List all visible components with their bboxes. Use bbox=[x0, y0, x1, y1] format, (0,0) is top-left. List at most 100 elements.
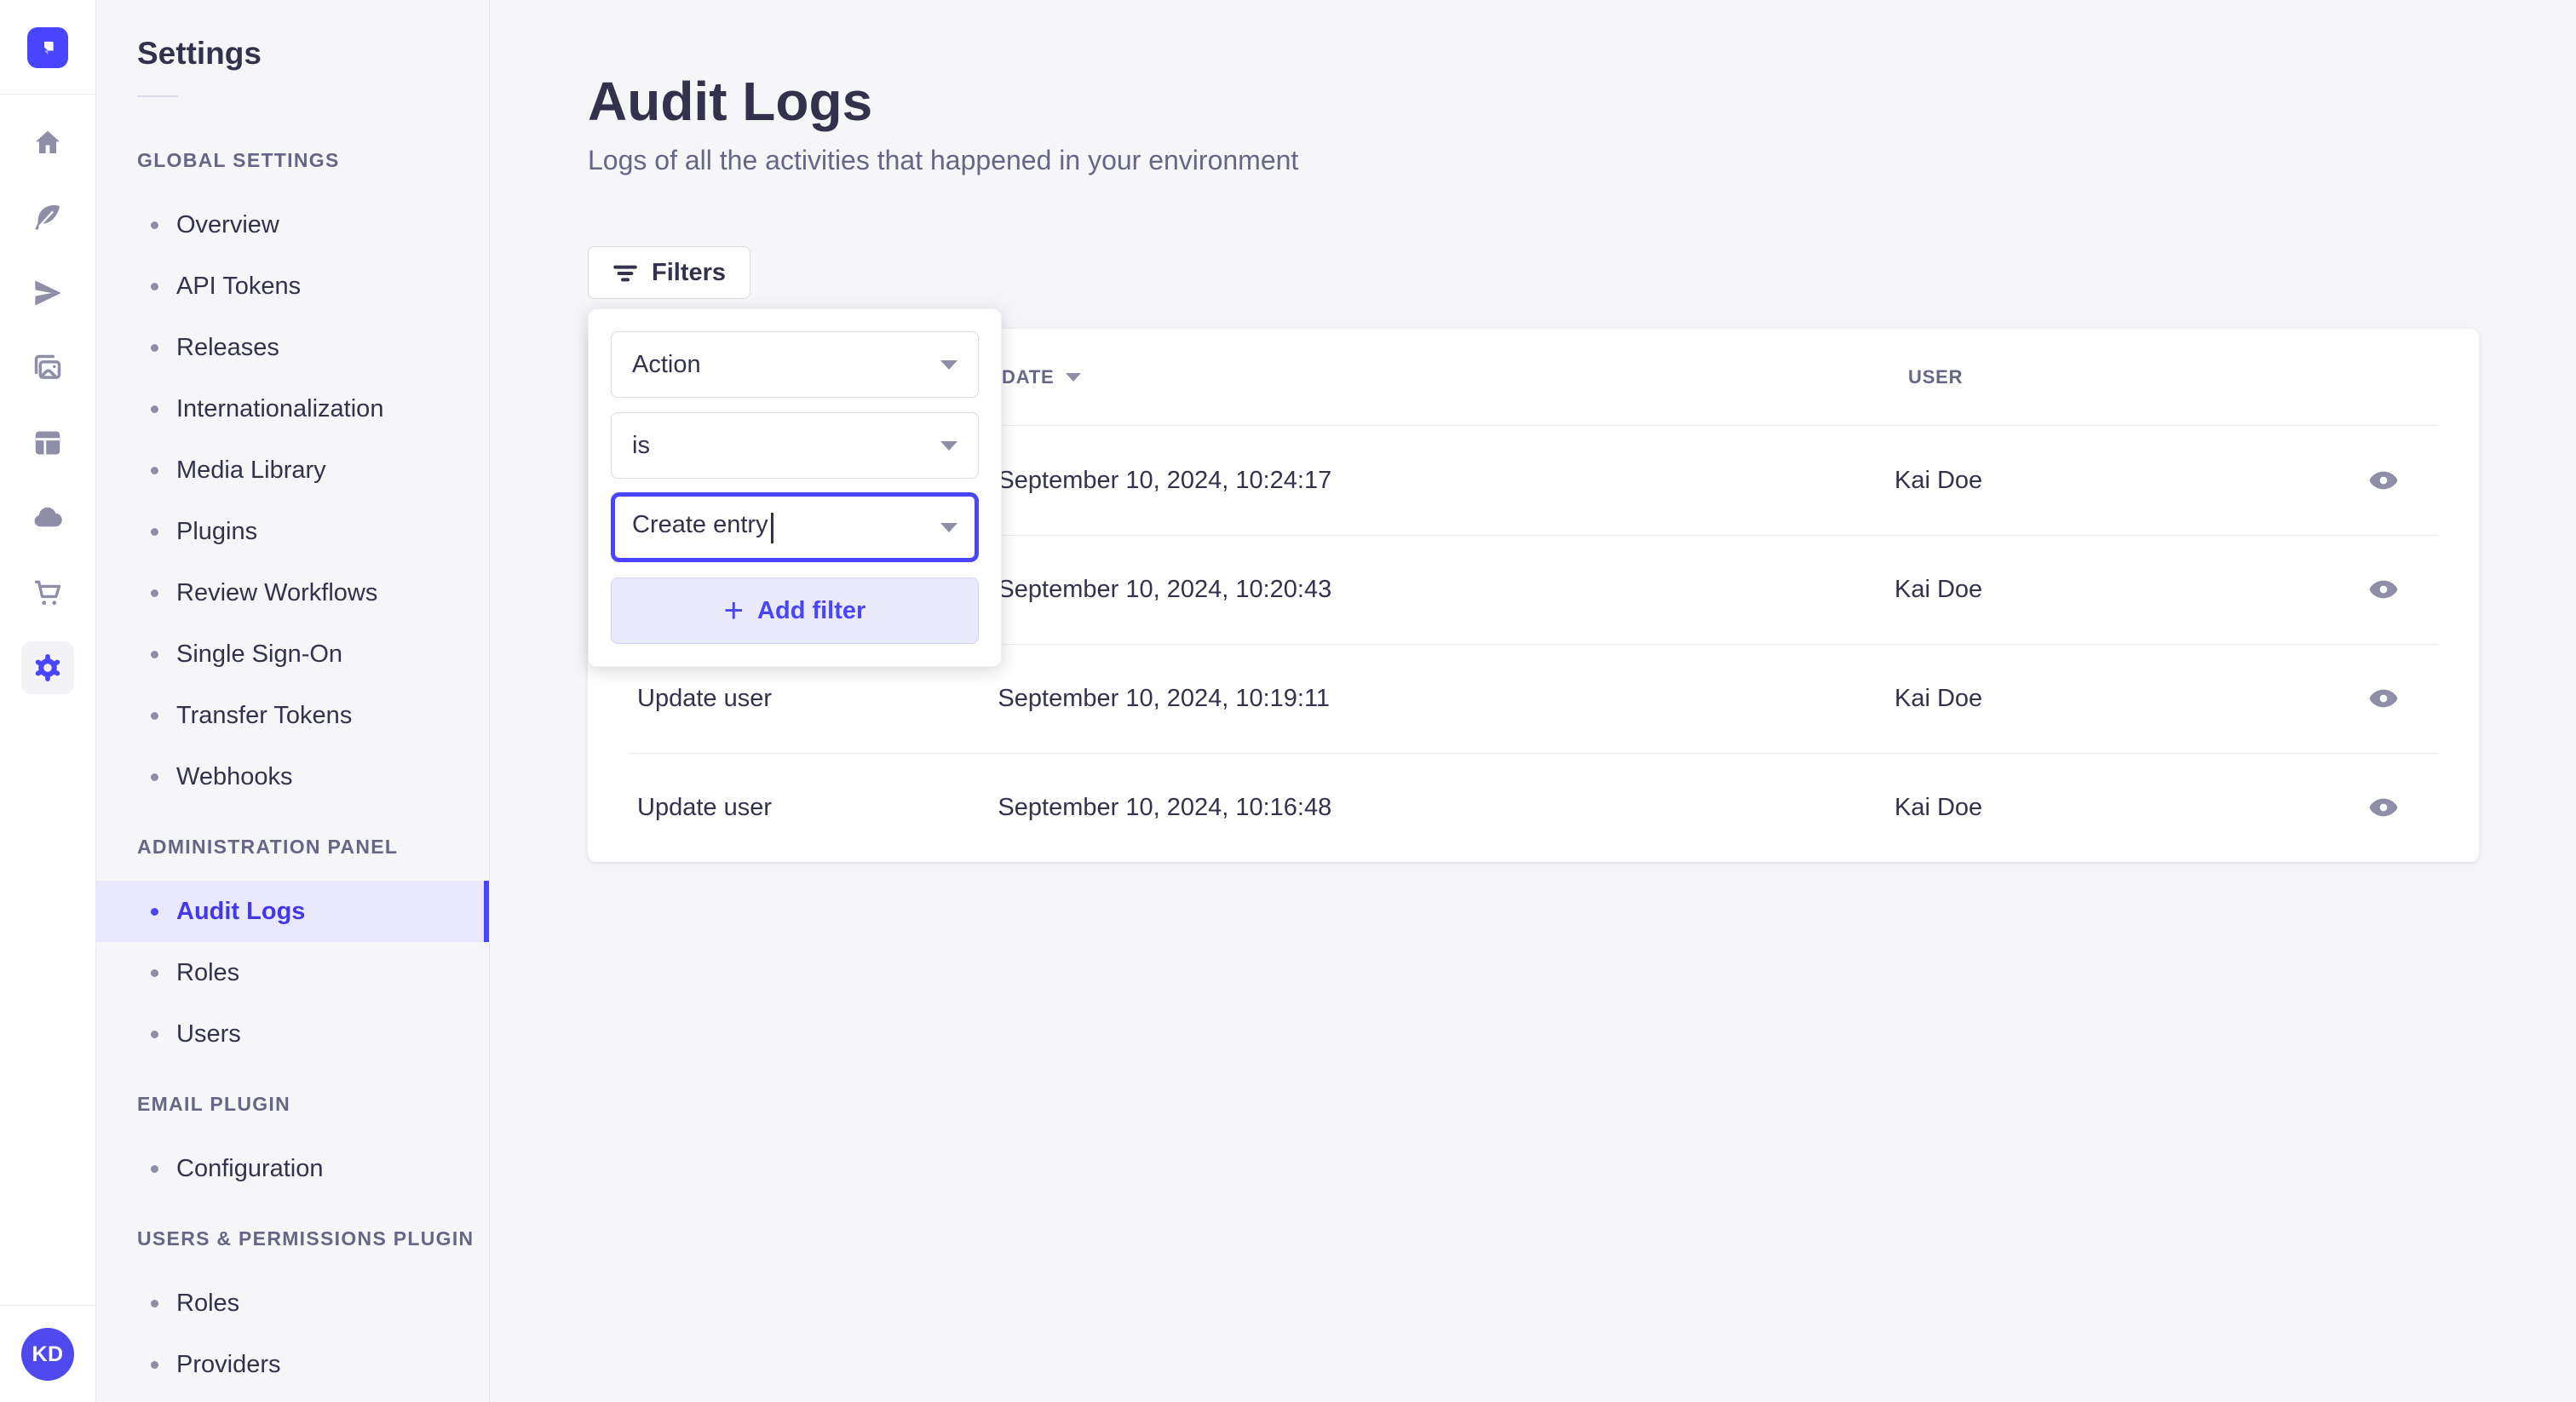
settings-subnav: Settings GLOBAL SETTINGS Overview API To… bbox=[96, 0, 490, 1402]
cell-user: Kai Doe bbox=[1895, 793, 1983, 821]
nav-section-label: GLOBAL SETTINGS bbox=[137, 149, 340, 171]
icon-rail: KD bbox=[0, 0, 96, 1402]
page-subtitle: Logs of all the activities that happened… bbox=[588, 145, 1299, 175]
feather-icon[interactable] bbox=[21, 192, 74, 244]
nav-section-label: ADMINISTRATION PANEL bbox=[137, 836, 399, 858]
sidebar-item-audit-logs[interactable]: Audit Logs bbox=[96, 881, 489, 942]
filter-popover: Action is Create entry + Add filter bbox=[588, 308, 1002, 667]
sidebar-item-webhooks[interactable]: Webhooks bbox=[96, 746, 489, 807]
nav-section: EMAIL PLUGIN Configuration bbox=[96, 1092, 489, 1199]
bullet-icon bbox=[151, 1360, 158, 1369]
cell-action: Update user bbox=[637, 684, 772, 712]
sort-descending-icon bbox=[1066, 373, 1082, 382]
sidebar-item-users[interactable]: Users bbox=[96, 1003, 489, 1065]
bullet-icon bbox=[151, 1164, 158, 1173]
logo-wrap bbox=[27, 0, 68, 94]
cell-date: September 10, 2024, 10:19:11 bbox=[998, 684, 1331, 712]
eye-icon bbox=[2369, 580, 2398, 599]
filter-operator-value: is bbox=[632, 431, 650, 459]
sidebar-item-label: Users bbox=[176, 1020, 241, 1048]
table-row[interactable]: Update user September 10, 2024, 10:16:48… bbox=[588, 753, 2479, 862]
sidebar-item-providers[interactable]: Providers bbox=[96, 1334, 489, 1395]
nav-section-items: Overview API Tokens Releases Internation… bbox=[96, 194, 489, 807]
filters-button[interactable]: Filters bbox=[588, 246, 751, 299]
sidebar-item-roles[interactable]: Roles bbox=[96, 1273, 489, 1334]
sidebar-item-label: API Tokens bbox=[176, 272, 302, 300]
filter-field-select[interactable]: Action bbox=[611, 331, 979, 398]
rail-divider bbox=[0, 94, 96, 95]
column-header-user[interactable]: USER bbox=[1908, 366, 2385, 388]
paper-plane-icon[interactable] bbox=[21, 267, 74, 319]
cloud-icon[interactable] bbox=[21, 491, 74, 544]
sidebar-item-label: Audit Logs bbox=[176, 897, 306, 925]
layout-icon[interactable] bbox=[21, 417, 74, 469]
sidebar-item-single-sign-on[interactable]: Single Sign-On bbox=[96, 623, 489, 685]
cell-date: September 10, 2024, 10:16:48 bbox=[998, 793, 1332, 821]
add-filter-button[interactable]: + Add filter bbox=[611, 577, 979, 644]
bullet-icon bbox=[151, 1030, 158, 1038]
gear-icon[interactable] bbox=[21, 641, 74, 694]
filter-operator-select[interactable]: is bbox=[611, 412, 979, 479]
bullet-icon bbox=[151, 589, 158, 597]
cell-user: Kai Doe bbox=[1895, 684, 1983, 712]
cart-icon[interactable] bbox=[21, 566, 74, 619]
bullet-icon bbox=[151, 282, 158, 290]
filter-value-text: Create entry bbox=[632, 510, 768, 538]
column-header-date[interactable]: DATE bbox=[1002, 366, 1908, 388]
cell-user: Kai Doe bbox=[1895, 575, 1983, 603]
bullet-icon bbox=[151, 711, 158, 720]
media-library-icon[interactable] bbox=[21, 342, 74, 394]
nav-section-items: Audit Logs Roles Users bbox=[96, 881, 489, 1065]
sidebar-item-overview[interactable]: Overview bbox=[96, 194, 489, 256]
view-log-button[interactable] bbox=[2366, 790, 2401, 825]
filter-icon bbox=[613, 265, 637, 282]
sidebar-item-label: Webhooks bbox=[176, 762, 293, 790]
view-log-button[interactable] bbox=[2366, 572, 2401, 606]
sidebar-item-releases[interactable]: Releases bbox=[96, 317, 489, 378]
sidebar-item-label: Releases bbox=[176, 333, 279, 361]
sidebar-item-label: Configuration bbox=[176, 1154, 324, 1182]
sidebar-item-label: Single Sign-On bbox=[176, 640, 343, 668]
settings-nav-sections: GLOBAL SETTINGS Overview API Tokens Rele… bbox=[96, 148, 489, 1395]
view-log-button[interactable] bbox=[2366, 463, 2401, 497]
sidebar-item-label: Providers bbox=[176, 1350, 281, 1378]
eye-icon bbox=[2369, 798, 2398, 817]
cell-date: September 10, 2024, 10:20:43 bbox=[998, 575, 1332, 603]
sidebar-item-label: Plugins bbox=[176, 517, 258, 545]
sidebar-item-review-workflows[interactable]: Review Workflows bbox=[96, 562, 489, 623]
chevron-down-icon bbox=[940, 359, 957, 370]
chevron-down-icon bbox=[940, 440, 957, 451]
bullet-icon bbox=[151, 968, 158, 977]
sidebar-item-configuration[interactable]: Configuration bbox=[96, 1138, 489, 1199]
sidebar-item-roles[interactable]: Roles bbox=[96, 942, 489, 1003]
sidebar-item-label: Transfer Tokens bbox=[176, 701, 353, 729]
bullet-icon bbox=[151, 466, 158, 474]
nav-section: USERS & PERMISSIONS PLUGIN Roles Provide… bbox=[96, 1227, 489, 1395]
column-header-date-label: DATE bbox=[1002, 366, 1055, 388]
avatar[interactable]: KD bbox=[21, 1328, 74, 1381]
view-log-button[interactable] bbox=[2366, 681, 2401, 715]
eye-icon bbox=[2369, 471, 2398, 490]
sidebar-item-transfer-tokens[interactable]: Transfer Tokens bbox=[96, 685, 489, 746]
nav-section: ADMINISTRATION PANEL Audit Logs Roles Us… bbox=[96, 835, 489, 1065]
sidebar-item-label: Internationalization bbox=[176, 394, 384, 422]
bullet-icon bbox=[151, 343, 158, 352]
sidebar-item-plugins[interactable]: Plugins bbox=[96, 501, 489, 562]
plus-icon: + bbox=[723, 592, 745, 629]
strapi-logo-glyph bbox=[44, 41, 54, 55]
eye-icon bbox=[2369, 689, 2398, 708]
strapi-logo[interactable] bbox=[27, 27, 68, 68]
filter-value-combobox[interactable]: Create entry bbox=[611, 492, 979, 562]
add-filter-label: Add filter bbox=[757, 596, 866, 624]
nav-section-items: Roles Providers bbox=[96, 1273, 489, 1395]
cell-date: September 10, 2024, 10:24:17 bbox=[998, 466, 1332, 494]
sidebar-item-api-tokens[interactable]: API Tokens bbox=[96, 256, 489, 317]
sidebar-item-label: Media Library bbox=[176, 456, 326, 484]
filters-button-label: Filters bbox=[652, 258, 727, 286]
nav-section-label: EMAIL PLUGIN bbox=[137, 1093, 291, 1115]
column-header-user-label: USER bbox=[1908, 366, 1964, 388]
home-icon[interactable] bbox=[21, 117, 74, 170]
sidebar-item-internationalization[interactable]: Internationalization bbox=[96, 378, 489, 440]
rail-icons bbox=[21, 117, 74, 694]
sidebar-item-media-library[interactable]: Media Library bbox=[96, 440, 489, 501]
